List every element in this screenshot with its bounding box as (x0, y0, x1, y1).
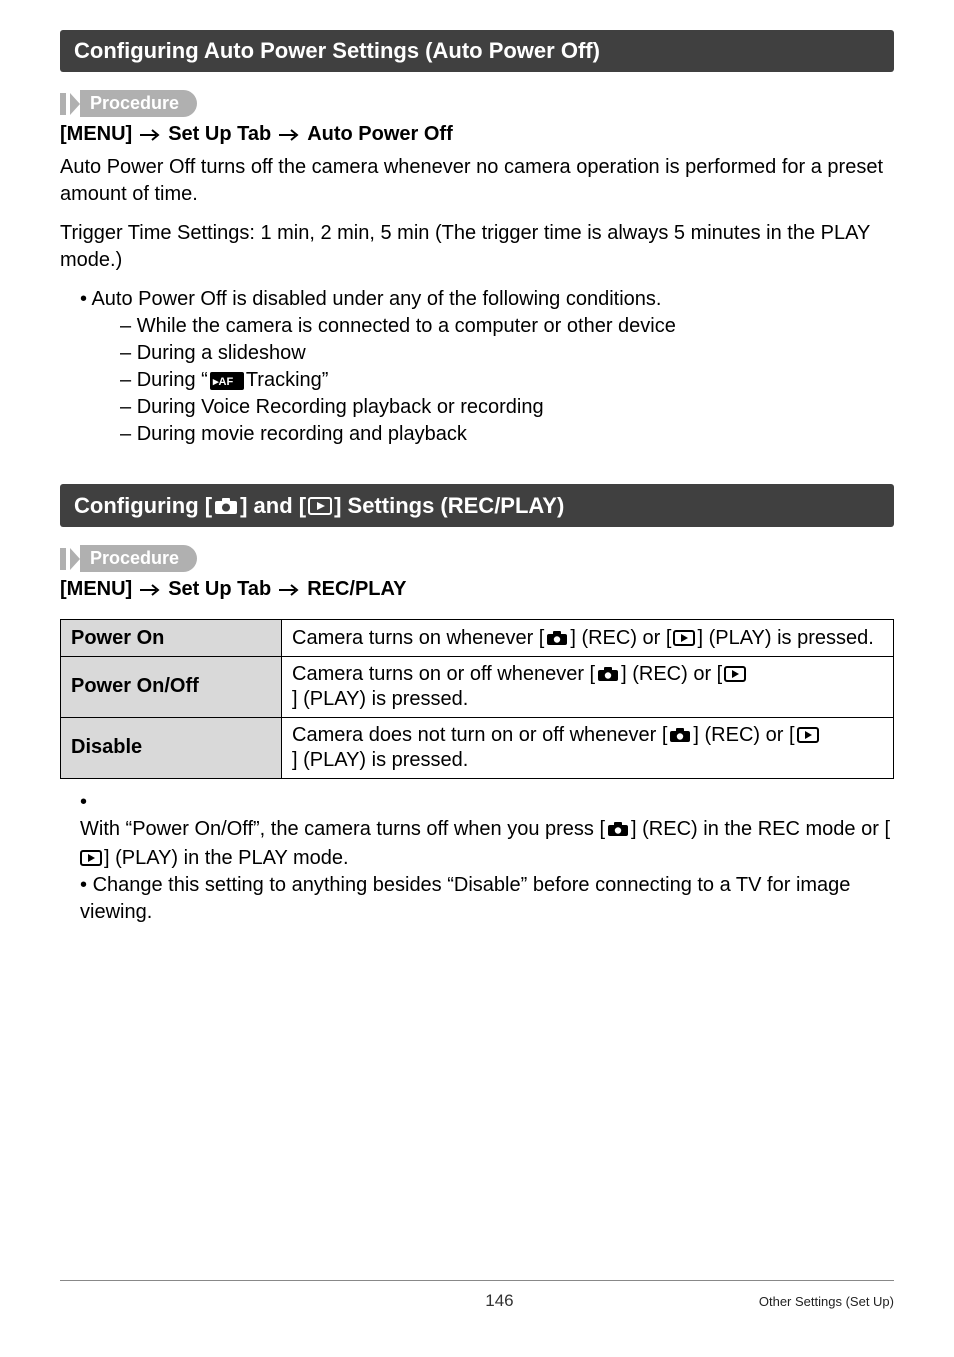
camera-icon (607, 821, 629, 837)
bullet-list: Auto Power Off is disabled under any of … (60, 286, 894, 448)
list-item: During a slideshow (120, 340, 894, 367)
section-heading-rec-play: Configuring [ ] and [ ] Settings (REC/PL… (60, 484, 894, 527)
procedure-label-row: Procedure (60, 90, 894, 117)
procedure-chevron-icon (70, 93, 80, 115)
camera-icon (669, 727, 691, 743)
cell-text: ] (PLAY) is pressed. (292, 688, 468, 711)
play-icon (80, 850, 102, 866)
note-text: ] (REC) in the REC mode or [ (631, 816, 890, 843)
menu-path-rec-play: [MENU] Set Up Tab REC/PLAY (60, 578, 894, 601)
heading-text: Configuring [ (74, 493, 212, 519)
page-number: 146 (240, 1291, 759, 1311)
heading-text: ] and [ (240, 493, 306, 519)
list-item: While the camera is connected to a compu… (120, 313, 894, 340)
cell-text: Camera turns on whenever [ (292, 627, 544, 650)
arrow-right-icon (277, 129, 301, 141)
arrow-right-icon (138, 584, 162, 596)
table-row: Disable Camera does not turn on or off w… (61, 717, 894, 778)
dash-list: While the camera is connected to a compu… (100, 313, 894, 448)
menu-path-auto-power-off: [MENU] Set Up Tab Auto Power Off (60, 123, 894, 146)
row-label: Power On (61, 620, 282, 656)
list-item-text: Auto Power Off is disabled under any of … (91, 288, 661, 310)
menu-part: [MENU] (60, 123, 132, 146)
paragraph: Trigger Time Settings: 1 min, 2 min, 5 m… (60, 220, 894, 274)
row-desc: Camera turns on whenever [ ] (REC) or [ … (282, 620, 894, 656)
row-label: Power On/Off (61, 656, 282, 717)
page-footer: 146 Other Settings (Set Up) (60, 1280, 894, 1335)
cell-text: ] (REC) or [ (621, 663, 722, 686)
cell-text: ] (REC) or [ (570, 627, 671, 650)
play-icon (308, 497, 332, 515)
row-desc: Camera does not turn on or off whenever … (282, 717, 894, 778)
cell-text: Camera does not turn on or off whenever … (292, 724, 667, 747)
note-text: ] (PLAY) in the PLAY mode. (104, 845, 349, 872)
list-item: During “ ▸AF Tracking” (120, 367, 894, 394)
list-item: Auto Power Off is disabled under any of … (80, 286, 894, 448)
table-row: Power On/Off Camera turns on or off when… (61, 656, 894, 717)
row-desc: Camera turns on or off whenever [ ] (REC… (282, 656, 894, 717)
af-tracking-icon: ▸AF (210, 372, 244, 390)
paragraph: Auto Power Off turns off the camera when… (60, 154, 894, 208)
menu-part: Set Up Tab (168, 123, 271, 146)
footer-section-name: Other Settings (Set Up) (759, 1294, 894, 1309)
procedure-chevron-icon (70, 548, 80, 570)
note-text: With “Power On/Off”, the camera turns of… (80, 816, 605, 843)
notes-list: With “Power On/Off”, the camera turns of… (60, 789, 894, 926)
procedure-label: Procedure (80, 90, 197, 117)
play-icon (724, 666, 746, 682)
cell-text: ] (PLAY) is pressed. (292, 749, 468, 772)
camera-icon (546, 630, 568, 646)
menu-part: Auto Power Off (307, 123, 453, 146)
arrow-right-icon (277, 584, 301, 596)
table-row: Power On Camera turns on whenever [ ] (R… (61, 620, 894, 656)
cell-text: ] (PLAY) is pressed. (697, 627, 873, 650)
rec-play-table: Power On Camera turns on whenever [ ] (R… (60, 619, 894, 778)
camera-icon (214, 497, 238, 515)
procedure-label: Procedure (80, 545, 197, 572)
menu-part: REC/PLAY (307, 578, 406, 601)
list-item: During Voice Recording playback or recor… (120, 394, 894, 421)
list-item-text: Tracking” (246, 367, 329, 394)
section-heading-auto-power-off: Configuring Auto Power Settings (Auto Po… (60, 30, 894, 72)
list-item-text: During “ (137, 367, 208, 394)
menu-part: Set Up Tab (168, 578, 271, 601)
procedure-bullet-icon (60, 93, 66, 115)
arrow-right-icon (138, 129, 162, 141)
procedure-bullet-icon (60, 548, 66, 570)
heading-text: ] Settings (REC/PLAY) (334, 493, 564, 519)
cell-text: ] (REC) or [ (693, 724, 794, 747)
list-item: Change this setting to anything besides … (80, 872, 894, 926)
cell-text: Camera turns on or off whenever [ (292, 663, 595, 686)
procedure-label-row: Procedure (60, 545, 894, 572)
camera-icon (597, 666, 619, 682)
play-icon (797, 727, 819, 743)
list-item: During movie recording and playback (120, 421, 894, 448)
menu-part: [MENU] (60, 578, 132, 601)
list-item: With “Power On/Off”, the camera turns of… (80, 789, 894, 872)
play-icon (673, 630, 695, 646)
svg-text:▸AF: ▸AF (212, 376, 233, 388)
row-label: Disable (61, 717, 282, 778)
